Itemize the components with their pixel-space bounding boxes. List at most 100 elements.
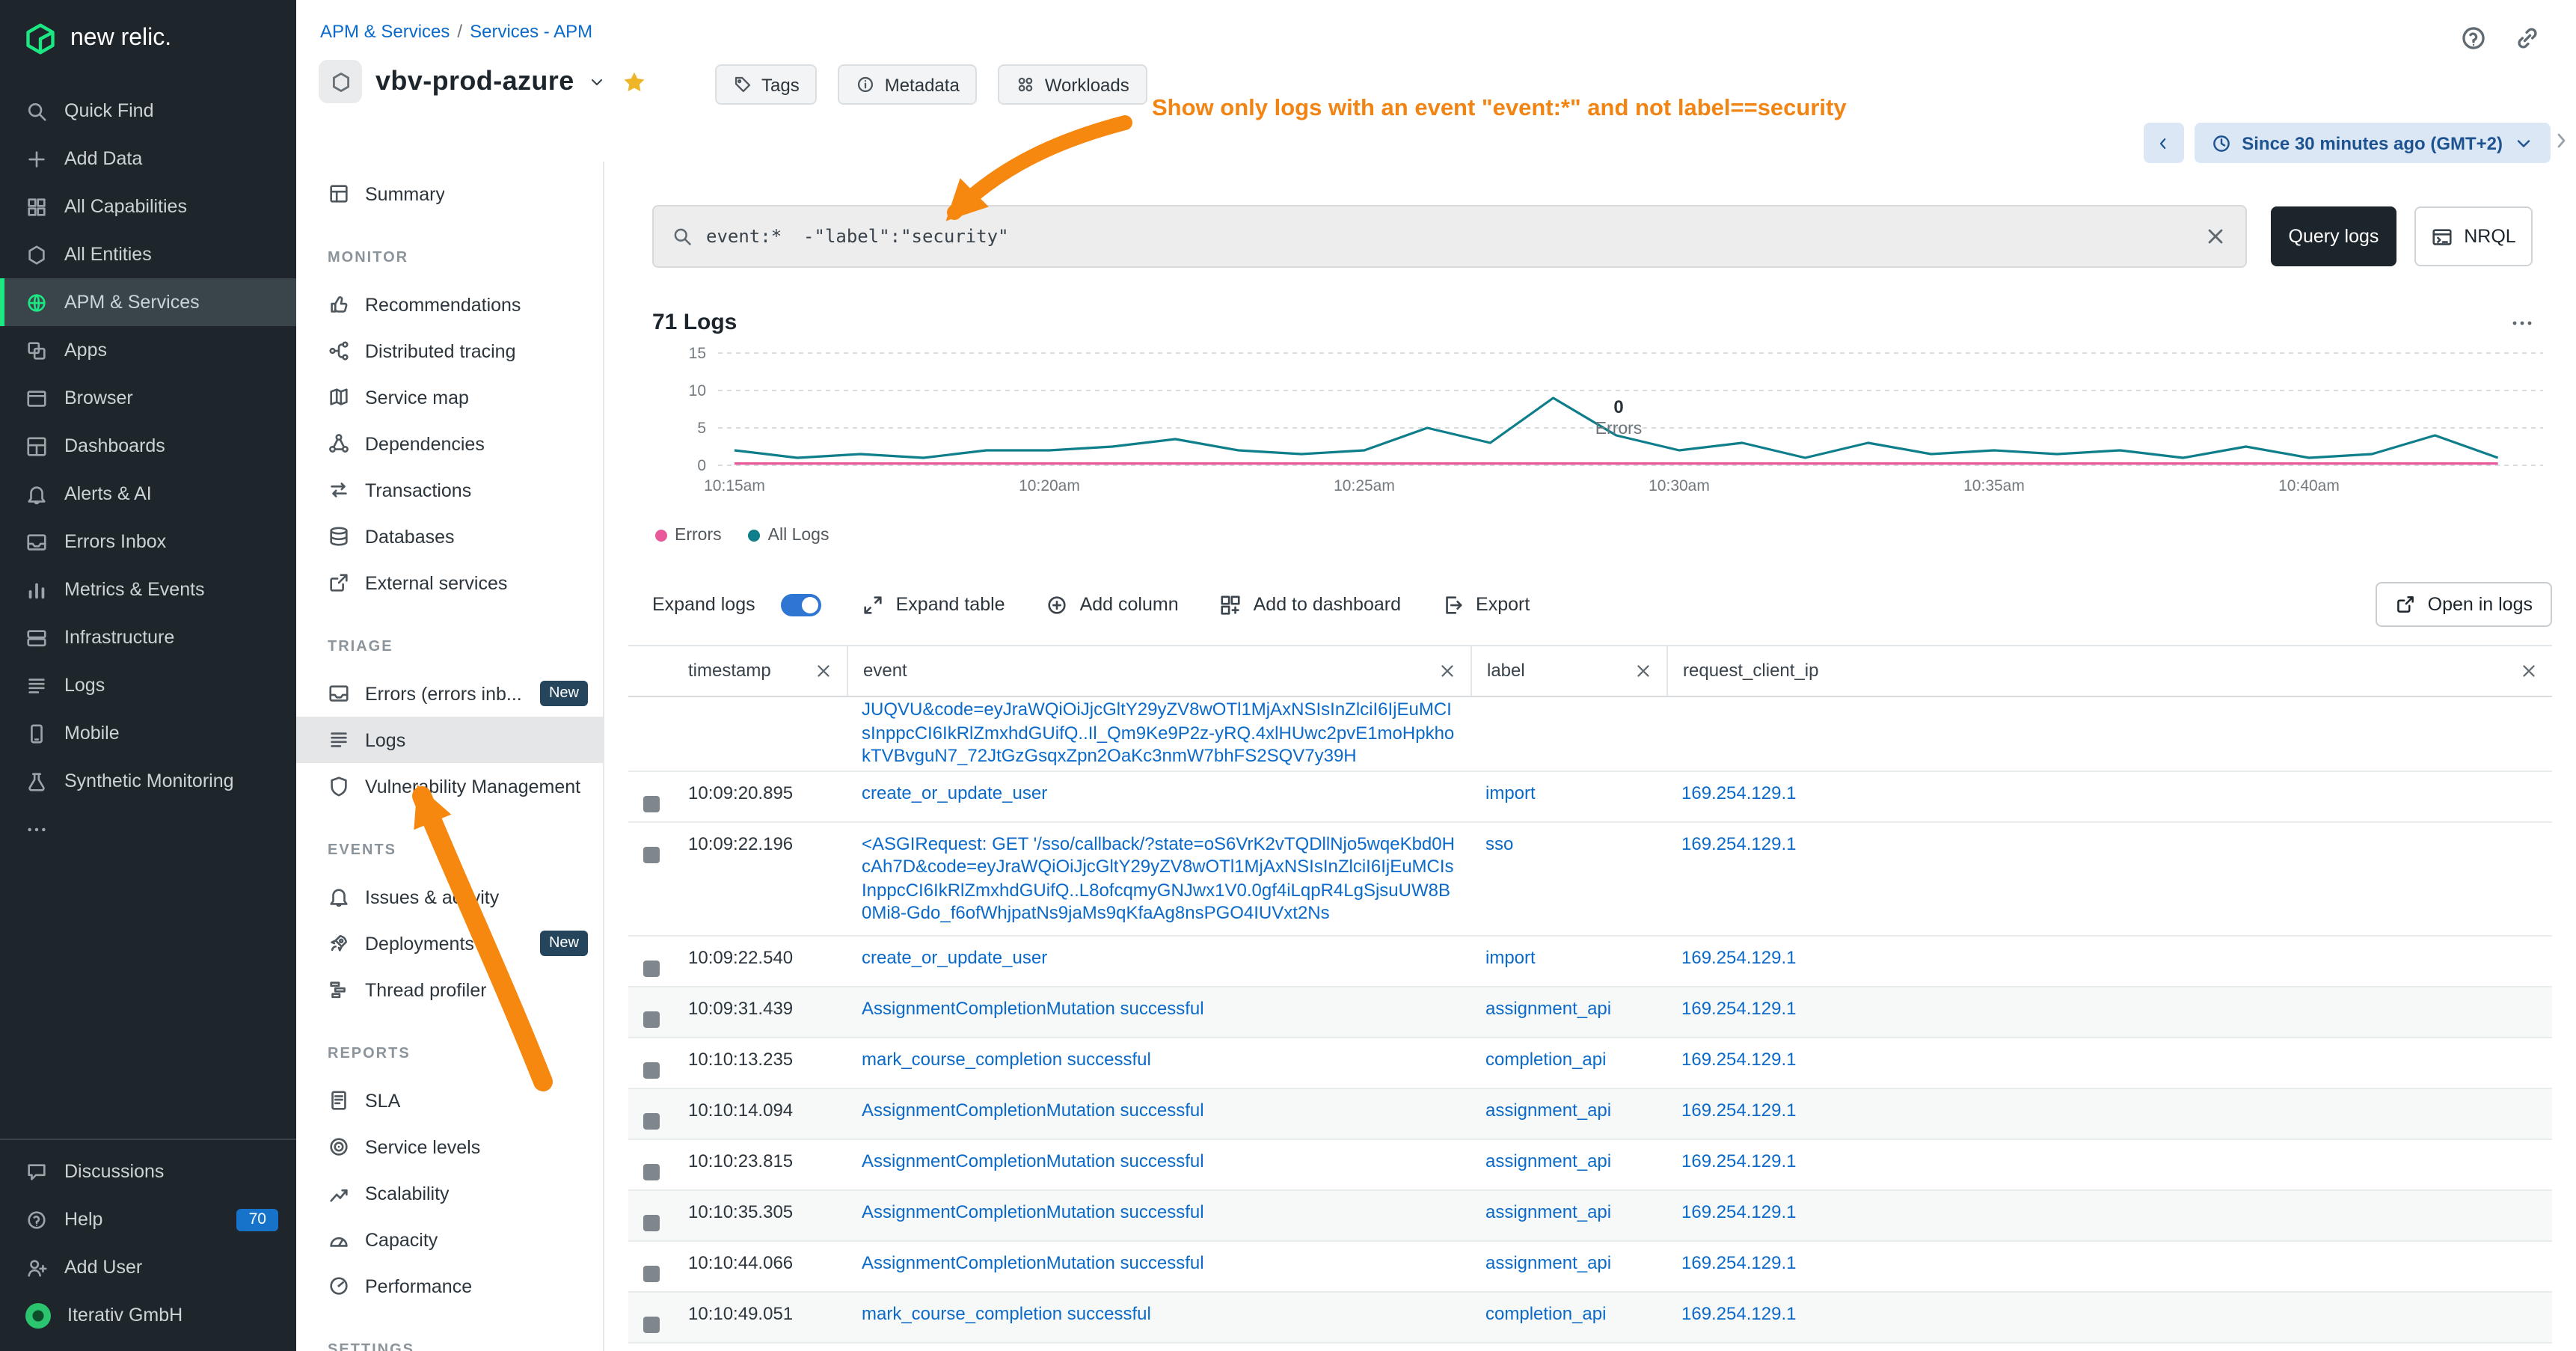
log-row[interactable]: 10:10:44.066AssignmentCompletionMutation… xyxy=(628,1242,2552,1293)
nav-item-apps[interactable]: Apps xyxy=(0,326,296,374)
event-link[interactable]: AssignmentCompletionMutation successful xyxy=(862,1201,1204,1222)
row-checkbox[interactable] xyxy=(643,1062,660,1078)
event-link[interactable]: JUQVU&code=eyJraWQiOiJjcGltY29yZV8wOTl1M… xyxy=(862,699,1454,766)
remove-column-icon[interactable] xyxy=(2519,661,2539,681)
ip-link[interactable]: 169.254.129.1 xyxy=(1681,997,1797,1018)
subnav-item-service-map[interactable]: Service map xyxy=(296,374,603,420)
row-checkbox[interactable] xyxy=(643,1214,660,1231)
export-button[interactable]: Export xyxy=(1441,593,1530,616)
label-link[interactable]: sso xyxy=(1485,833,1513,854)
nav-item-apm-services[interactable]: APM & Services xyxy=(0,278,296,326)
copy-link-icon[interactable] xyxy=(2513,24,2542,52)
nav-footer-item-discussions[interactable]: Discussions xyxy=(0,1148,296,1195)
subnav-item-external-services[interactable]: External services xyxy=(296,560,603,606)
row-checkbox[interactable] xyxy=(643,1011,660,1027)
subnav-item-summary[interactable]: Summary xyxy=(296,171,603,217)
event-link[interactable]: mark_course_completion successful xyxy=(862,1048,1151,1069)
ip-link[interactable]: 169.254.129.1 xyxy=(1681,1048,1797,1069)
log-row[interactable]: 10:10:23.815AssignmentCompletionMutation… xyxy=(628,1140,2552,1191)
ip-link[interactable]: 169.254.129.1 xyxy=(1681,1201,1797,1222)
subnav-item-databases[interactable]: Databases xyxy=(296,513,603,560)
favorite-star-icon[interactable] xyxy=(622,70,646,94)
nrql-button[interactable]: NRQL xyxy=(2414,206,2533,266)
subnav-item-errors-errors-inb[interactable]: Errors (errors inb...New xyxy=(296,670,603,717)
chip-workloads[interactable]: Workloads xyxy=(999,64,1147,105)
help-circle-icon[interactable] xyxy=(2459,24,2488,52)
row-checkbox[interactable] xyxy=(643,1316,660,1332)
label-link[interactable]: assignment_api xyxy=(1485,1252,1611,1272)
ip-link[interactable]: 169.254.129.1 xyxy=(1681,946,1797,967)
log-row[interactable]: 10:09:20.895create_or_update_userimport1… xyxy=(628,772,2552,823)
label-link[interactable]: completion_api xyxy=(1485,1048,1606,1069)
label-link[interactable]: import xyxy=(1485,782,1536,803)
event-link[interactable]: <ASGIRequest: GET '/sso/callback/?state=… xyxy=(862,833,1455,923)
subnav-item-recommendations[interactable]: Recommendations xyxy=(296,281,603,328)
row-checkbox[interactable] xyxy=(643,1112,660,1129)
log-row[interactable]: 10:10:13.235mark_course_completion succe… xyxy=(628,1038,2552,1089)
ip-link[interactable]: 169.254.129.1 xyxy=(1681,782,1797,803)
nav-item-all-entities[interactable]: All Entities xyxy=(0,230,296,278)
log-row[interactable]: 10:10:49.051mark_course_completion succe… xyxy=(628,1293,2552,1344)
add-to-dashboard-button[interactable]: Add to dashboard xyxy=(1219,593,1401,616)
nav-footer-item-iterativ-gmbh[interactable]: Iterativ GmbH xyxy=(0,1291,296,1339)
subnav-item-thread-profiler[interactable]: Thread profiler xyxy=(296,966,603,1013)
event-link[interactable]: create_or_update_user xyxy=(862,946,1047,967)
remove-column-icon[interactable] xyxy=(1438,661,1457,681)
subnav-item-scalability[interactable]: Scalability xyxy=(296,1170,603,1216)
event-link[interactable]: AssignmentCompletionMutation successful xyxy=(862,1252,1204,1272)
event-link[interactable]: AssignmentCompletionMutation successful xyxy=(862,1099,1204,1120)
ip-link[interactable]: 169.254.129.1 xyxy=(1681,1099,1797,1120)
subnav-item-deployments[interactable]: DeploymentsNew xyxy=(296,920,603,966)
query-logs-button[interactable]: Query logs xyxy=(2271,206,2396,266)
ip-link[interactable]: 169.254.129.1 xyxy=(1681,1252,1797,1272)
nav-item-infrastructure[interactable]: Infrastructure xyxy=(0,613,296,661)
clear-query-icon[interactable] xyxy=(2204,224,2227,248)
subnav-item-transactions[interactable]: Transactions xyxy=(296,467,603,513)
breadcrumb-link-services-apm[interactable]: Services - APM xyxy=(470,21,592,42)
nav-footer-item-help[interactable]: Help70 xyxy=(0,1195,296,1243)
chip-metadata[interactable]: Metadata xyxy=(838,64,978,105)
row-checkbox[interactable] xyxy=(643,960,660,976)
subnav-item-distributed-tracing[interactable]: Distributed tracing xyxy=(296,328,603,374)
nav-item-quick-find[interactable]: Quick Find xyxy=(0,87,296,135)
label-link[interactable]: completion_api xyxy=(1485,1302,1606,1323)
label-link[interactable]: assignment_api xyxy=(1485,1201,1611,1222)
expand-logs-toggle[interactable] xyxy=(781,593,821,616)
label-link[interactable]: assignment_api xyxy=(1485,1099,1611,1120)
nav-item-browser[interactable]: Browser xyxy=(0,374,296,422)
ip-link[interactable]: 169.254.129.1 xyxy=(1681,1150,1797,1171)
log-row[interactable]: 10:09:22.540create_or_update_userimport1… xyxy=(628,937,2552,987)
breadcrumb-link-apm-services[interactable]: APM & Services xyxy=(320,21,450,42)
nav-footer-item-add-user[interactable]: Add User xyxy=(0,1243,296,1291)
subnav-item-capacity[interactable]: Capacity xyxy=(296,1216,603,1263)
subnav-item-issues-activity[interactable]: Issues & activity xyxy=(296,874,603,920)
ip-link[interactable]: 169.254.129.1 xyxy=(1681,1302,1797,1323)
open-in-logs-button[interactable]: Open in logs xyxy=(2376,582,2552,627)
log-query-input[interactable] xyxy=(706,226,2190,247)
row-checkbox[interactable] xyxy=(643,846,660,863)
subnav-item-dependencies[interactable]: Dependencies xyxy=(296,420,603,467)
nav-item-add-data[interactable]: Add Data xyxy=(0,135,296,183)
subnav-item-performance[interactable]: Performance xyxy=(296,1263,603,1309)
label-link[interactable]: assignment_api xyxy=(1485,997,1611,1018)
time-range-button[interactable]: Since 30 minutes ago (GMT+2) xyxy=(2194,123,2551,163)
event-link[interactable]: mark_course_completion successful xyxy=(862,1302,1151,1323)
expand-table-button[interactable]: Expand table xyxy=(862,593,1005,616)
log-row[interactable]: 10:11:00.311AssignmentCompletionMutation… xyxy=(628,1344,2552,1351)
new-relic-logo[interactable]: new relic. xyxy=(0,0,296,72)
time-forward-button[interactable] xyxy=(2549,129,2573,153)
log-row[interactable]: 10:10:14.094AssignmentCompletionMutation… xyxy=(628,1089,2552,1140)
subnav-item-logs[interactable]: Logs xyxy=(296,717,603,763)
logs-volume-chart[interactable]: 05101510:15am10:20am10:25am10:30am10:35a… xyxy=(652,341,2552,503)
event-link[interactable]: create_or_update_user xyxy=(862,782,1047,803)
row-checkbox[interactable] xyxy=(643,1163,660,1180)
entity-switcher-chevron-icon[interactable] xyxy=(588,73,606,91)
log-row[interactable]: 10:09:22.196<ASGIRequest: GET '/sso/call… xyxy=(628,823,2552,937)
entity-name[interactable]: vbv-prod-azure xyxy=(375,66,574,97)
legend-item-errors[interactable]: Errors xyxy=(655,527,722,545)
chip-tags[interactable]: Tags xyxy=(715,64,818,105)
log-row[interactable]: JUQVU&code=eyJraWQiOiJjcGltY29yZV8wOTl1M… xyxy=(628,697,2552,772)
nav-item-mobile[interactable]: Mobile xyxy=(0,709,296,757)
label-link[interactable]: assignment_api xyxy=(1485,1150,1611,1171)
label-link[interactable]: import xyxy=(1485,946,1536,967)
